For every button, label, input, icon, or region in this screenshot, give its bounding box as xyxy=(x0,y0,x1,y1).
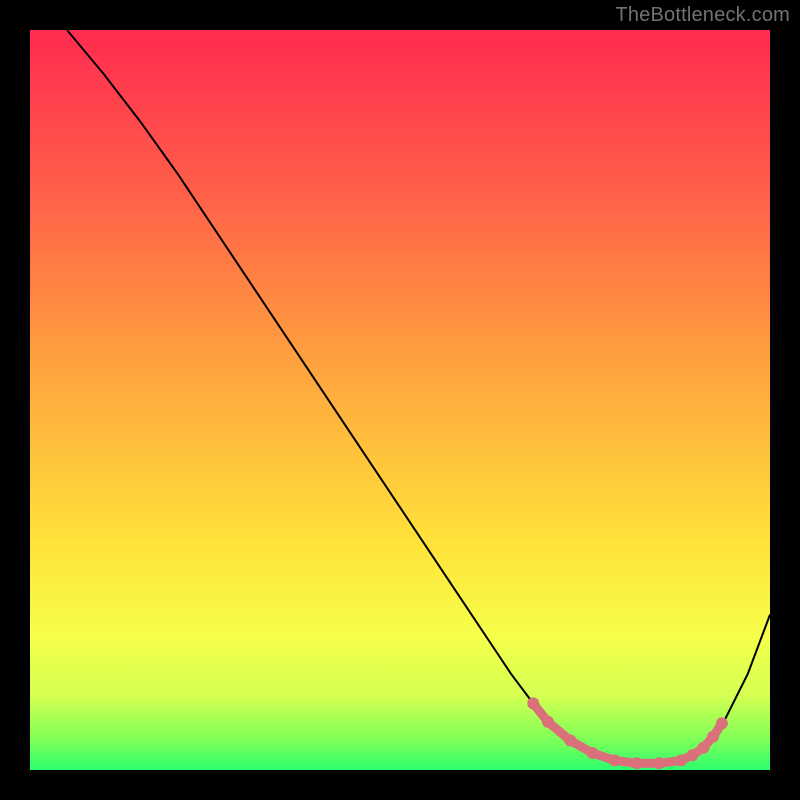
optimal-range-dot xyxy=(697,742,709,754)
optimal-range-dot xyxy=(675,754,687,766)
chart-stage: TheBottleneck.com xyxy=(0,0,800,800)
optimal-range-dot xyxy=(564,734,576,746)
optimal-range-dot xyxy=(707,731,719,743)
optimal-range-dot xyxy=(542,716,554,728)
optimal-range-dot xyxy=(609,754,621,766)
optimal-range-dot xyxy=(716,717,728,729)
optimal-range-dot xyxy=(527,697,539,709)
optimal-range-dot xyxy=(653,757,665,769)
optimal-range-dot xyxy=(586,747,598,759)
optimal-range-dot xyxy=(686,749,698,761)
gradient-background xyxy=(30,30,770,770)
watermark-text: TheBottleneck.com xyxy=(615,4,790,27)
plot-area xyxy=(30,30,770,770)
chart-svg xyxy=(30,30,770,770)
optimal-range-dot xyxy=(631,757,643,769)
